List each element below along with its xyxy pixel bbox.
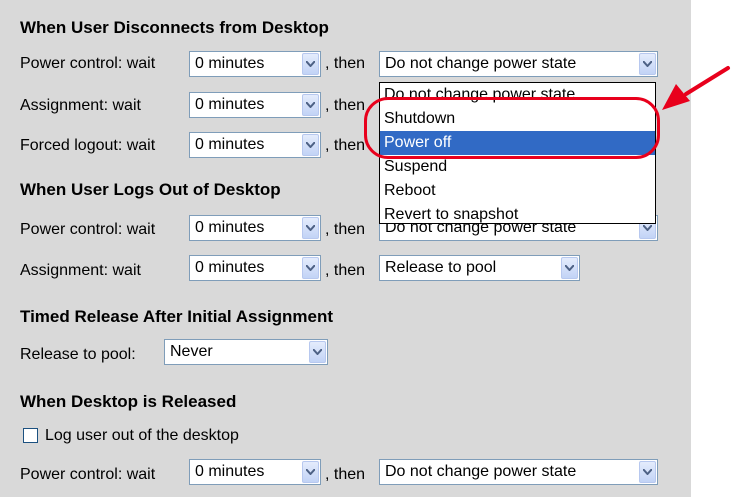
annotation-arrow-icon xyxy=(662,66,730,110)
